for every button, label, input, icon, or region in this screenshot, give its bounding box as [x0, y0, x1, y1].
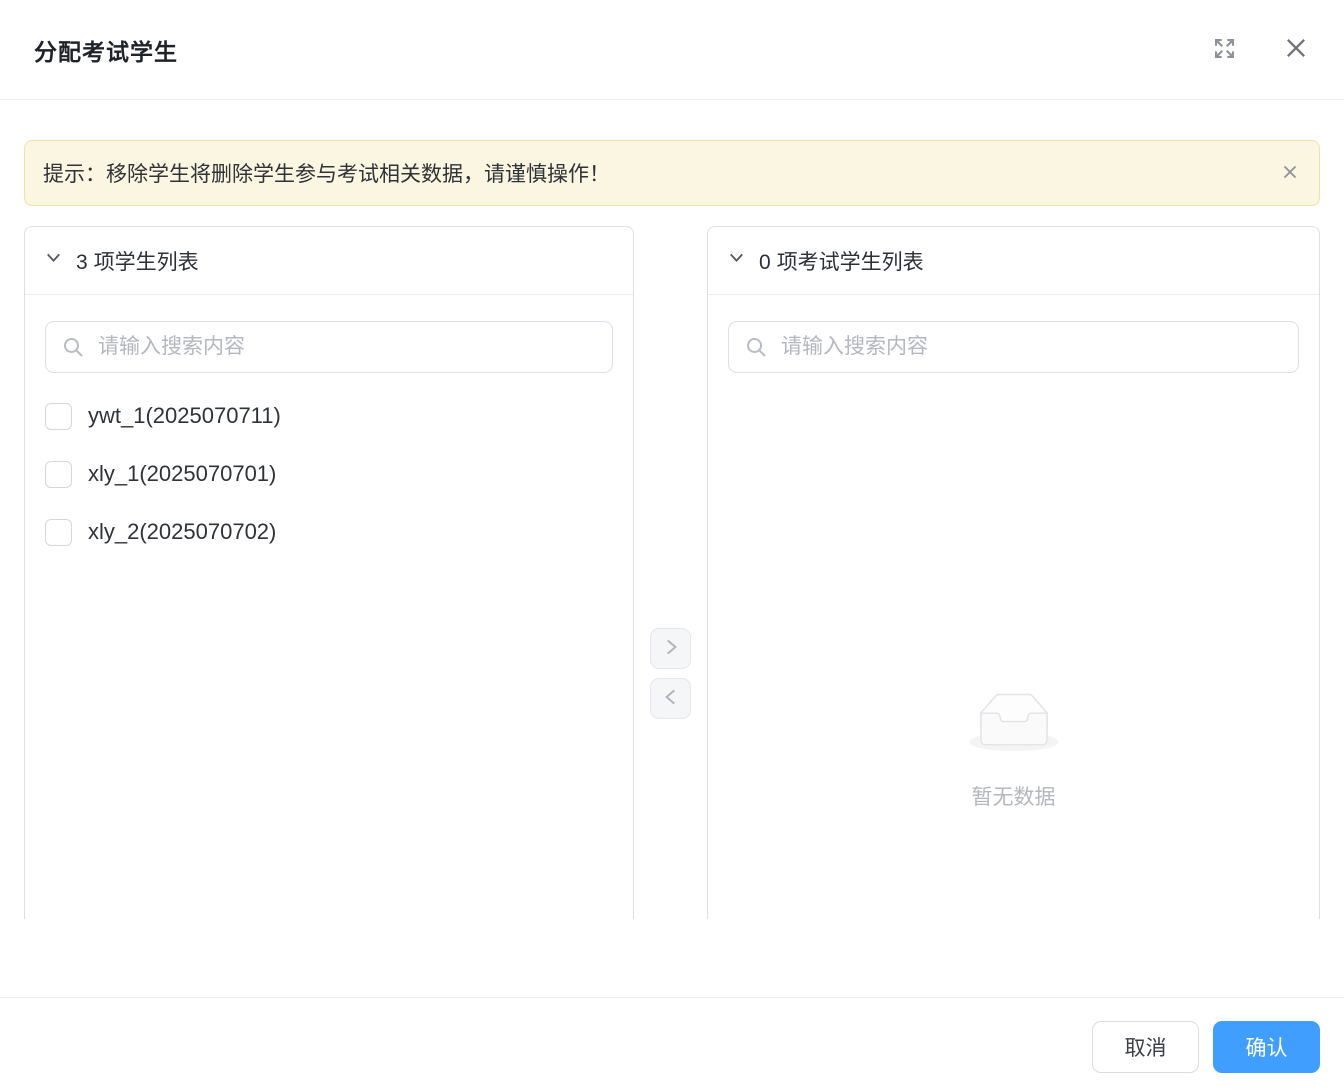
target-search-box [728, 321, 1299, 373]
dialog-header: 分配考试学生 [0, 0, 1344, 100]
source-search-input[interactable] [45, 321, 613, 373]
close-icon [1279, 161, 1301, 186]
move-to-right-button[interactable] [650, 628, 691, 669]
chevron-down-icon [726, 247, 747, 274]
alert-close-button[interactable] [1279, 161, 1301, 186]
chevron-right-icon [660, 636, 682, 661]
exam-student-list-panel-header[interactable]: 0 项考试学生列表 [708, 227, 1319, 295]
list-item[interactable]: xly_2(2025070702) [25, 503, 633, 561]
panel-header-text: 3 项学生列表 [76, 246, 199, 276]
warning-alert: 提示：移除学生将删除学生参与考试相关数据，请谨慎操作！ [24, 140, 1320, 206]
confirm-button[interactable]: 确认 [1213, 1021, 1320, 1073]
student-name: xly_1(2025070701) [88, 461, 277, 486]
student-list-panel: 3项学生列表 ywt_1(2025070711) [24, 226, 634, 919]
exam-student-list-panel: 0 项考试学生列表 请输入搜索内容 暂无数据 [707, 226, 1320, 919]
student-list-label: 项学生列表 [93, 250, 199, 274]
chevron-left-icon [660, 686, 682, 711]
exam-student-count: 0 [759, 250, 771, 274]
dialog-close-button[interactable] [1282, 34, 1310, 65]
cancel-button[interactable]: 取消 [1092, 1021, 1199, 1073]
fullscreen-expand-icon [1211, 35, 1238, 65]
list-item[interactable]: xly_1(2025070701) [25, 445, 633, 503]
close-icon [1282, 34, 1310, 65]
chevron-down-icon [43, 247, 64, 274]
student-name: xly_2(2025070702) [88, 519, 277, 544]
header-actions [1211, 34, 1310, 65]
panel-header-text: 0 项考试学生列表 [759, 246, 924, 276]
transfer-buttons [634, 226, 707, 919]
list-item[interactable]: ywt_1(2025070711) [25, 387, 633, 445]
empty-state: 暂无数据 [708, 693, 1319, 811]
dialog-title: 分配考试学生 [34, 38, 178, 65]
move-to-left-button[interactable] [650, 678, 691, 719]
transfer-panels: 3项学生列表 ywt_1(2025070711) [24, 226, 1320, 919]
dialog-body: 提示：移除学生将删除学生参与考试相关数据，请谨慎操作！ 3 项学生列表 请输入搜… [0, 100, 1344, 919]
assign-exam-students-dialog: 分配考试学生 提示：移除学生将删除学生参与考试相关数据，请谨慎操作！ 3 项学生… [0, 0, 1344, 1090]
fullscreen-button[interactable] [1211, 35, 1238, 65]
target-search-input[interactable] [728, 321, 1299, 373]
source-search-box [45, 321, 613, 373]
checkbox[interactable] [45, 460, 72, 488]
student-list-panel-header[interactable]: 3 项学生列表 [25, 227, 633, 295]
student-name: ywt_1(2025070711) [88, 403, 281, 428]
empty-state-text: 暂无数据 [971, 786, 1056, 809]
student-count: 3 [76, 250, 88, 274]
dialog-footer: 取消 确认 [0, 997, 1344, 1090]
exam-student-list-label: 项考试学生列表 [776, 250, 924, 274]
checkbox[interactable] [45, 402, 72, 430]
warning-alert-text: 提示：移除学生将删除学生参与考试相关数据，请谨慎操作！ [43, 163, 610, 186]
empty-box-icon [968, 693, 1060, 757]
checkbox[interactable] [45, 518, 72, 546]
student-list: ywt_1(2025070711) xly_1(2025070701) xly_… [25, 387, 633, 561]
